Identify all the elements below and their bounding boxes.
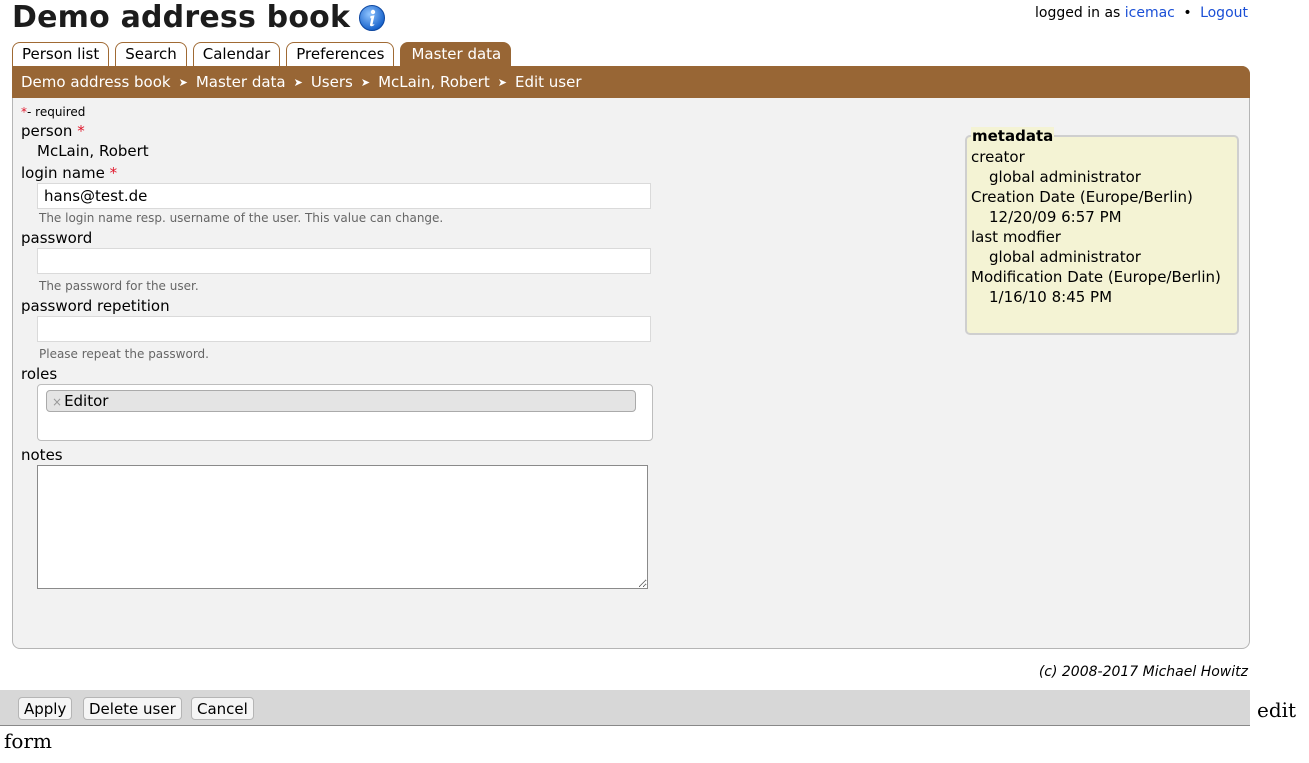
tab-search[interactable]: Search — [115, 42, 187, 66]
last-modifier-label: last modfier — [971, 228, 1061, 246]
breadcrumb-users[interactable]: Users — [311, 73, 353, 91]
roles-label: roles — [21, 365, 58, 383]
login-info: logged in as icemac • Logout — [1035, 5, 1248, 21]
creation-date-label: Creation Date (Europe/Berlin) — [971, 188, 1193, 206]
required-note: *- required — [21, 105, 661, 119]
breadcrumb-edit-user: Edit user — [514, 73, 582, 91]
modification-date-label: Modification Date (Europe/Berlin) — [971, 268, 1221, 286]
password-repetition-hint: Please repeat the password. — [39, 347, 209, 361]
password-label: password — [21, 229, 93, 247]
breadcrumb-arrow-icon: ➤ — [360, 75, 371, 89]
login-name-label-text: login name — [21, 164, 105, 182]
login-name-input[interactable] — [37, 183, 651, 209]
person-value: McLain, Robert — [37, 142, 149, 160]
creator-value: global administrator — [989, 168, 1141, 186]
role-chip-editor[interactable]: × Editor — [46, 390, 636, 412]
last-modifier-value: global administrator — [989, 248, 1141, 266]
tab-master-data[interactable]: Master data — [400, 42, 512, 66]
required-star: * — [109, 164, 118, 182]
tab-calendar[interactable]: Calendar — [192, 42, 281, 66]
metadata-box: metadata creator global administrator Cr… — [965, 127, 1239, 335]
login-name-label: login name * — [21, 163, 661, 183]
apply-button[interactable]: Apply — [18, 697, 73, 720]
app-title: Demo address book — [12, 0, 386, 35]
notes-textarea[interactable] — [37, 465, 648, 589]
info-icon[interactable] — [358, 4, 386, 32]
required-note-text: - required — [27, 105, 86, 119]
modification-date-value: 1/16/10 8:45 PM — [989, 288, 1113, 306]
breadcrumb-home[interactable]: Demo address book — [21, 73, 171, 91]
separator-dot: • — [1183, 5, 1192, 21]
app-title-text: Demo address book — [12, 0, 351, 35]
main-tabs: Person list Search Calendar Preferences … — [12, 42, 512, 66]
required-star: * — [77, 122, 85, 140]
form-actions-bar: Apply Delete user Cancel — [0, 690, 1250, 726]
logged-in-prefix: logged in as — [1035, 5, 1121, 21]
main-panel: Demo address book ➤ Master data ➤ Users … — [12, 66, 1250, 649]
caption-edit: edit — [1257, 698, 1297, 722]
breadcrumb-arrow-icon: ➤ — [293, 75, 303, 89]
breadcrumb: Demo address book ➤ Master data ➤ Users … — [12, 66, 1250, 98]
roles-select[interactable]: × Editor — [37, 384, 653, 441]
remove-role-icon[interactable]: × — [52, 395, 62, 409]
person-label-text: person — [21, 122, 73, 140]
password-hint: The password for the user. — [39, 279, 199, 293]
edit-user-form: *- required person * McLain, Robert logi… — [21, 105, 661, 589]
user-link[interactable]: icemac — [1125, 5, 1175, 21]
notes-label: notes — [21, 446, 63, 464]
password-repetition-input[interactable] — [37, 316, 651, 342]
tab-preferences[interactable]: Preferences — [286, 42, 395, 66]
caption-form: form — [4, 729, 52, 753]
role-chip-label: Editor — [64, 392, 109, 410]
breadcrumb-arrow-icon: ➤ — [178, 75, 188, 89]
tab-person-list[interactable]: Person list — [12, 42, 110, 66]
creation-date-value: 12/20/09 6:57 PM — [989, 208, 1122, 226]
delete-user-button[interactable]: Delete user — [83, 697, 182, 720]
breadcrumb-person[interactable]: McLain, Robert — [378, 73, 490, 91]
copyright: (c) 2008-2017 Michael Howitz — [1038, 664, 1248, 680]
breadcrumb-arrow-icon: ➤ — [497, 75, 507, 89]
breadcrumb-master-data[interactable]: Master data — [196, 73, 286, 91]
password-repetition-label: password repetition — [21, 297, 170, 315]
logout-link[interactable]: Logout — [1200, 5, 1248, 21]
metadata-legend: metadata — [971, 127, 1055, 145]
person-label: person * — [21, 121, 661, 141]
creator-label: creator — [971, 148, 1025, 166]
password-input[interactable] — [37, 248, 651, 274]
login-name-hint: The login name resp. username of the use… — [39, 211, 444, 225]
cancel-button[interactable]: Cancel — [191, 697, 254, 720]
